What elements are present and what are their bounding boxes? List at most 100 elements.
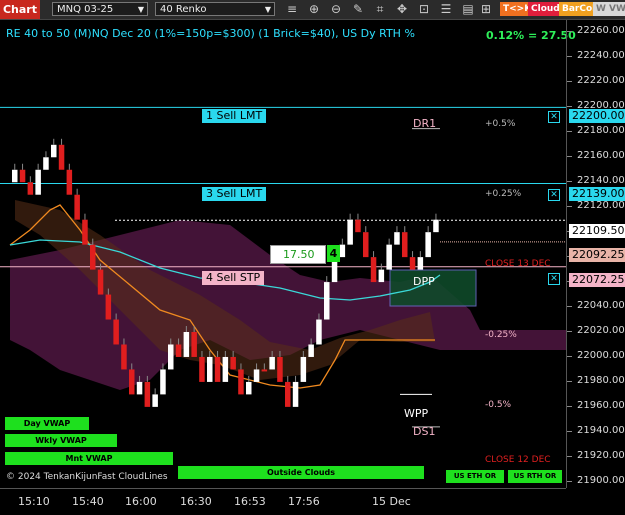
time-tick: 16:53 [234,495,266,508]
order-quantity-value: 17.50 [283,248,315,261]
chart-menu-button[interactable]: Chart [0,0,40,19]
level-minus-quarter-pct: -0.25% [485,330,517,340]
cancel-order-4-icon[interactable]: ✕ [548,273,560,285]
day-vwap-button[interactable]: Day VWAP [5,417,89,430]
price-tick: 21900.00 [567,474,625,486]
chevron-down-icon: ▼ [264,5,271,14]
price-tick: 22140.00 [567,175,625,187]
pencil-icon[interactable]: ✎ [350,2,366,17]
renko-brick [433,219,439,233]
sell-stop-order-4[interactable]: 4 Sell STP [202,271,265,285]
price-tick: 22120.00 [567,200,625,212]
renko-brick [144,381,151,407]
lock-icon[interactable]: ⊡ [416,2,432,17]
renko-brick [253,369,260,382]
renko-brick [97,269,104,295]
instrument-selector-value: MNQ 03-25 [57,4,114,15]
renko-brick [51,144,57,158]
price-tick: 22180.00 [567,125,625,137]
cancel-order-3-icon[interactable]: ✕ [548,189,560,201]
zoom-in-icon[interactable]: ⊕ [306,2,322,17]
time-tick: 15:10 [18,495,50,508]
renko-brick [261,369,268,372]
renko-brick [370,257,377,283]
renko-brick [269,356,275,370]
renko-brick [339,244,346,258]
order-3-price: 22139.00 [569,187,625,201]
level-close-13-dec: CLOSE 13 DEC [485,259,551,269]
crosshair-icon[interactable]: ✥ [394,2,410,17]
weekly-vwap-toggle[interactable]: W VWA [593,2,625,16]
sell-limit-order-1[interactable]: 1 Sell LMT [202,109,267,123]
renko-brick [409,257,416,270]
monthly-vwap-button[interactable]: Mnt VWAP [5,452,173,465]
bars-icon[interactable]: ≡ [284,2,300,17]
cloud-toggle[interactable]: Cloud [528,2,563,16]
renko-brick [19,169,26,183]
level-minus-half-pct: -0.5% [485,400,512,410]
renko-brick [425,232,431,258]
price-tick: 21940.00 [567,424,625,436]
time-tick: 17:56 [288,495,320,508]
renko-brick [292,381,299,407]
renko-brick [12,169,18,183]
level-plus-quarter-pct: +0.25% [485,189,522,199]
chart-title: RE 40 to 50 (M)NQ Dec 20 (1%=150p=$300) … [6,27,415,40]
renko-brick [191,332,197,357]
level-close-12-dec: CLOSE 12 DEC [485,455,551,465]
renko-brick [183,332,190,357]
toolbar: Chart MNQ 03-25 ▼ 40 Renko ▼ ≡ ⊕ ⊖ ✎ ⌗ ✥… [0,0,625,20]
price-tick: 21920.00 [567,449,625,461]
level-plus-half-pct: +0.5% [485,119,516,129]
renko-brick [168,344,174,370]
price-tick: 22160.00 [567,150,625,162]
renko-brick [152,394,158,407]
renko-brick [222,356,229,382]
renko-brick [300,356,307,382]
renko-brick [355,219,361,233]
level-dr1: DR1 [413,117,437,130]
renko-brick [386,244,392,270]
bar-type-selector[interactable]: 40 Renko ▼ [155,2,275,16]
instrument-selector[interactable]: MNQ 03-25 ▼ [52,2,148,16]
us-eth-or-button[interactable]: US ETH OR [446,470,504,483]
level-wpp: WPP [404,407,429,420]
price-tick: 22000.00 [567,349,625,361]
us-rth-or-button[interactable]: US RTH OR [508,470,562,483]
renko-brick [238,369,244,395]
renko-brick [160,369,166,395]
renko-brick [58,144,65,170]
price-tick: 22220.00 [567,75,625,87]
bar-type-selector-value: 40 Renko [160,4,207,15]
renko-brick [207,356,213,382]
sell-limit-order-3[interactable]: 3 Sell LMT [202,187,267,201]
price-tick: 21980.00 [567,374,625,386]
weekly-vwap-button[interactable]: Wkly VWAP [5,434,117,447]
attach-icon[interactable]: ⊞ [478,2,494,17]
price-tick: 22240.00 [567,50,625,62]
renko-brick [129,369,135,395]
renko-brick [347,219,353,245]
renko-brick [121,344,127,370]
renko-brick [246,381,252,395]
chevron-down-icon: ▼ [137,5,144,14]
strategy-icon[interactable]: ▤ [460,2,476,17]
renko-brick [113,319,119,345]
drawing-tools-icon[interactable]: ⌗ [372,2,388,17]
time-tick: 16:30 [180,495,212,508]
time-axis[interactable]: 15:10 15:40 16:00 16:30 16:53 17:56 15 Dec [0,488,566,515]
outside-clouds-button[interactable]: Outside Clouds [178,466,424,479]
level-dpp: DPP [413,275,435,288]
order-quantity-box[interactable]: 17.50 4 [270,245,340,264]
time-tick: 15 Dec [372,495,411,508]
cancel-order-1-icon[interactable]: ✕ [548,111,560,123]
renko-brick [308,344,314,357]
time-tick: 16:00 [125,495,157,508]
renko-brick [324,282,330,320]
zoom-out-icon[interactable]: ⊖ [328,2,344,17]
price-tick: 22260.00 [567,25,625,37]
renko-brick [27,182,34,195]
price-tick: 22020.00 [567,325,625,336]
properties-icon[interactable]: ☰ [438,2,454,17]
last-price: 22109.50 [569,224,625,238]
